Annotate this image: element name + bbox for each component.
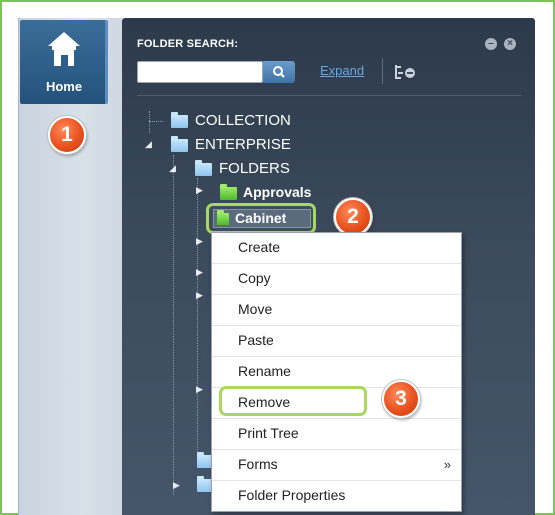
approvals-folder-icon: [220, 184, 237, 200]
expand-caret-icon[interactable]: ▶: [196, 384, 203, 395]
search-divider: [137, 95, 521, 96]
search-title: FOLDER SEARCH:: [137, 38, 239, 50]
submenu-arrow-icon: »: [443, 457, 451, 472]
step-badge-2: 2: [334, 198, 372, 236]
menu-item-copy[interactable]: Copy: [212, 264, 461, 295]
menu-item-create[interactable]: Create: [212, 233, 461, 264]
collapse-caret-icon[interactable]: ◢: [145, 139, 152, 150]
remove-highlight: [219, 386, 367, 416]
tree-item-cabinet[interactable]: Cabinet: [235, 210, 286, 226]
menu-item-rename[interactable]: Rename: [212, 357, 461, 388]
menu-item-print-tree[interactable]: Print Tree: [212, 419, 461, 450]
menu-item-label: Forms: [238, 456, 278, 472]
menu-item-label: Folder Properties: [238, 487, 346, 503]
tree-item-approvals[interactable]: Approvals: [243, 184, 311, 200]
tree-connector: [149, 121, 163, 122]
menu-item-label: Print Tree: [238, 425, 299, 441]
tree-item-enterprise[interactable]: ENTERPRISE: [195, 136, 291, 153]
expand-caret-icon[interactable]: ▶: [196, 267, 203, 278]
menu-item-forms[interactable]: Forms »: [212, 450, 461, 481]
menu-item-label: Rename: [238, 363, 291, 379]
search-button[interactable]: [263, 61, 295, 83]
tree-item-collection[interactable]: COLLECTION: [195, 112, 291, 129]
close-icon[interactable]: ×: [504, 38, 516, 50]
menu-item-move[interactable]: Move: [212, 295, 461, 326]
tree-connector: [149, 111, 150, 133]
cabinet-highlight: Cabinet: [206, 203, 316, 234]
tree-item-folders[interactable]: FOLDERS: [219, 160, 290, 177]
home-icon: [48, 32, 80, 66]
menu-item-label: Copy: [238, 270, 271, 286]
expand-caret-icon[interactable]: ▶: [196, 290, 203, 301]
collection-folder-icon: [171, 112, 188, 128]
tree-toggle-icon[interactable]: [394, 64, 422, 80]
home-button[interactable]: Home: [20, 20, 108, 104]
expand-caret-icon[interactable]: ▶: [173, 480, 180, 491]
step-badge-3: 3: [382, 380, 420, 418]
expand-caret-icon[interactable]: ▶: [196, 185, 203, 196]
menu-item-label: Create: [238, 239, 281, 255]
menu-item-label: Paste: [238, 332, 274, 348]
tree-connector: [197, 178, 198, 468]
home-label: Home: [45, 79, 83, 94]
expand-link[interactable]: Expand: [320, 63, 364, 78]
tree-connector: [173, 155, 174, 495]
enterprise-folder-icon: [171, 136, 188, 152]
menu-item-label: Move: [238, 301, 273, 317]
folders-folder-icon: [195, 160, 212, 176]
minimize-icon[interactable]: –: [485, 38, 497, 50]
step-badge-1: 1: [48, 116, 86, 154]
cabinet-selection[interactable]: Cabinet: [213, 209, 311, 228]
menu-item-folder-properties[interactable]: Folder Properties: [212, 481, 461, 512]
cabinet-folder-icon: [217, 210, 229, 225]
menu-item-paste[interactable]: Paste: [212, 326, 461, 357]
search-input[interactable]: [137, 61, 263, 83]
toolbar-divider: [382, 58, 383, 84]
expand-caret-icon[interactable]: ▶: [196, 236, 203, 247]
context-menu: Create Copy Move Paste Rename Remove Pri…: [211, 232, 462, 512]
collapse-caret-icon[interactable]: ◢: [169, 163, 176, 174]
search-icon: [273, 66, 285, 78]
